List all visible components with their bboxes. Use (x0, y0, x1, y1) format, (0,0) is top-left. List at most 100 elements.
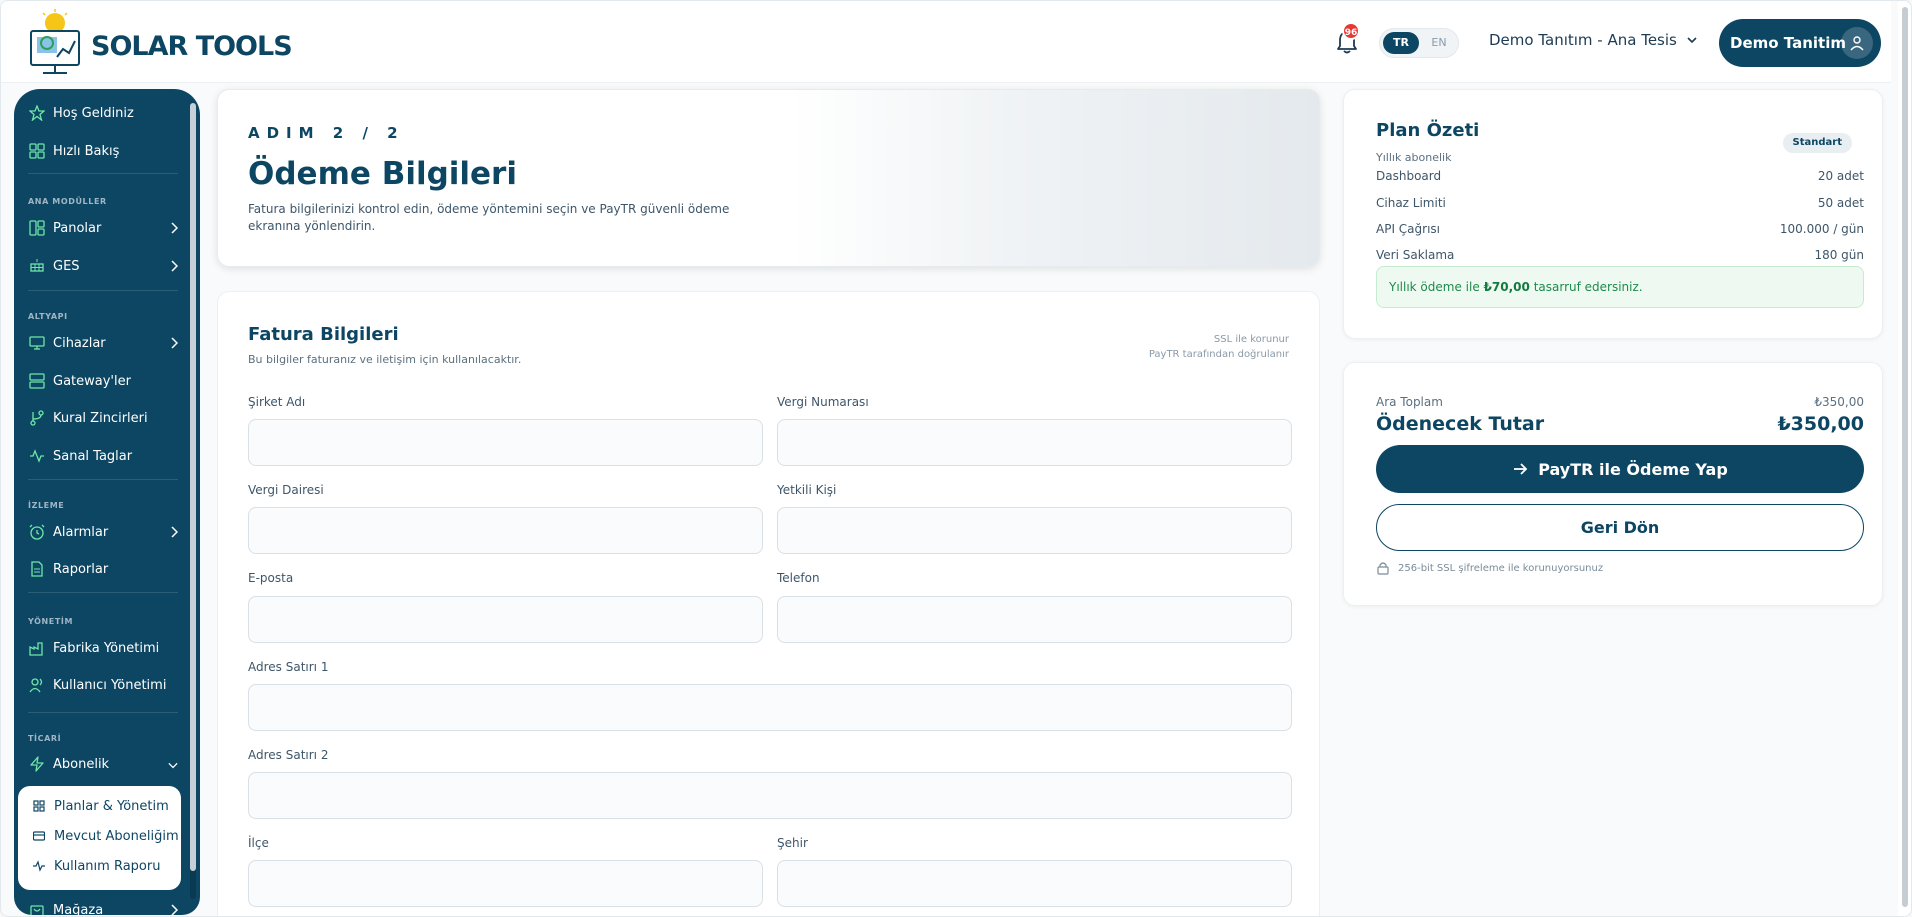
chevron-right-icon (171, 337, 178, 349)
card-icon (32, 829, 46, 843)
user-menu-button[interactable]: Demo Tanitim (1719, 19, 1881, 67)
sidebar-item-store[interactable]: Mağaza (28, 897, 178, 915)
notification-badge: 96 (1342, 22, 1360, 40)
arrow-right-icon (1514, 463, 1528, 475)
savings-text: tasarruf edersiniz. (1533, 280, 1643, 294)
plan-row-value: 20 adet (1817, 169, 1864, 183)
contact-person-label: Yetkili Kişi (777, 483, 837, 497)
sidebar-item-reports[interactable]: Raporlar (28, 556, 178, 582)
divider (28, 712, 178, 713)
brand-logo[interactable]: SOLAR TOOLS (27, 9, 293, 77)
grid-icon (28, 142, 46, 160)
file-text-icon (28, 560, 46, 578)
section-monitoring: İZLEME (28, 501, 65, 510)
submenu-item-usage[interactable]: Kullanım Raporu (32, 855, 160, 877)
phone-field[interactable] (777, 596, 1292, 643)
subtotal-label: Ara Toplam (1376, 395, 1443, 409)
tax-office-label: Vergi Dairesi (248, 483, 324, 497)
submenu-item-plans[interactable]: Planlar & Yönetim (32, 795, 169, 817)
sidebar-item-panolar[interactable]: Panolar (28, 215, 178, 241)
ssl-note: SSL ile korunur PayTR tarafından doğrula… (1149, 332, 1289, 362)
tenant-name: Demo Tanıtım - Ana Tesis (1489, 31, 1677, 49)
contact-person-input[interactable] (777, 507, 1292, 554)
page-scrollbar[interactable] (1902, 7, 1908, 907)
phone-label: Telefon (777, 571, 820, 585)
sidebar-item-label: Kullanıcı Yönetimi (53, 677, 167, 693)
sidebar-item-welcome[interactable]: Hoş Geldiniz (28, 100, 178, 126)
address-line2-input[interactable] (248, 772, 1292, 819)
plan-row-value: 50 adet (1817, 196, 1864, 210)
plan-row: API Çağrısı 100.000 / gün (1376, 222, 1864, 236)
sidebar-item-alarms[interactable]: Alarmlar (28, 519, 178, 545)
company-label: Şirket Adı (248, 395, 306, 409)
language-toggle[interactable]: TR EN (1379, 28, 1459, 58)
submenu-label: Mevcut Aboneliğim (54, 828, 179, 844)
app-window: SOLAR TOOLS 96 TR EN Demo Tanıtım - Ana … (0, 0, 1912, 917)
sidebar-item-label: Gateway'ler (53, 373, 131, 389)
sidebar-item-label: Abonelik (53, 756, 110, 772)
subtotal-value: ₺350,00 (1814, 395, 1864, 409)
secure-note-text: 256-bit SSL şifreleme ile korunuyorsunuz (1398, 562, 1604, 574)
submenu-item-current[interactable]: Mevcut Aboneliğim (32, 825, 179, 847)
plan-row: Dashboard 20 adet (1376, 169, 1864, 183)
chevron-right-icon (171, 526, 178, 538)
sidebar-item-gateways[interactable]: Gateway'ler (28, 368, 178, 394)
sidebar-item-label: Hoş Geldiniz (53, 105, 134, 121)
star-icon (28, 104, 46, 122)
sidebar-item-label: Panolar (53, 220, 102, 236)
tenant-selector[interactable]: Demo Tanıtım - Ana Tesis (1489, 31, 1697, 49)
sidebar-item-users[interactable]: Kullanıcı Yönetimi (28, 672, 178, 698)
email-field[interactable] (248, 596, 763, 643)
sidebar-scrollbar[interactable] (190, 103, 196, 871)
sidebar-item-factory[interactable]: Fabrika Yönetimi (28, 635, 178, 661)
section-main-modules: ANA MODÜLLER (28, 197, 107, 206)
activity-icon (32, 859, 46, 873)
sidebar-item-overview[interactable]: Hızlı Bakış (28, 138, 178, 164)
step-hero-card: ADIM 2 / 2 Ödeme Bilgileri Fatura bilgil… (217, 89, 1320, 267)
plan-row: Veri Saklama 180 gün (1376, 248, 1864, 262)
lang-en-option[interactable]: EN (1424, 32, 1454, 54)
sidebar-item-virtual-tags[interactable]: Sanal Taglar (28, 443, 178, 469)
go-back-button[interactable]: Geri Dön (1376, 504, 1864, 551)
plan-row-value: 100.000 / gün (1779, 222, 1864, 236)
tax-number-label: Vergi Numarası (777, 395, 869, 409)
submenu-label: Planlar & Yönetim (54, 798, 169, 814)
form-subtitle: Bu bilgiler faturanız ve iletişim için k… (248, 353, 522, 366)
total-value: ₺350,00 (1777, 413, 1864, 435)
sidebar-item-subscription[interactable]: Abonelik (28, 751, 178, 777)
chevron-down-icon (1687, 37, 1697, 44)
sidebar-item-cihazlar[interactable]: Cihazlar (28, 330, 178, 356)
dashboard-icon (28, 219, 46, 237)
address1-label: Adres Satırı 1 (248, 660, 329, 674)
district-label: İlçe (248, 836, 269, 850)
lightning-icon (28, 755, 46, 773)
chevron-right-icon (171, 904, 178, 915)
sidebar-item-ges[interactable]: GES (28, 253, 178, 279)
user-avatar-icon (1841, 27, 1873, 59)
subscription-submenu: Planlar & Yönetim Mevcut Aboneliğim Kull… (18, 786, 181, 890)
plan-title: Plan Özeti (1376, 120, 1480, 141)
pay-with-paytr-button[interactable]: PayTR ile Ödeme Yap (1376, 445, 1864, 493)
plan-row-label: API Çağrısı (1376, 222, 1441, 236)
divider (28, 290, 178, 291)
user-name: Demo Tanitim (1730, 34, 1846, 52)
company-name-input[interactable] (248, 419, 763, 466)
city-label: Şehir (777, 836, 808, 850)
tax-office-input[interactable] (248, 507, 763, 554)
lang-tr-option[interactable]: TR (1383, 32, 1419, 54)
sidebar: Hoş Geldiniz Hızlı Bakış ANA MODÜLLER Pa… (14, 89, 200, 915)
section-commercial: TİCARİ (28, 734, 62, 743)
city-input[interactable] (777, 860, 1292, 907)
section-management: YÖNETİM (28, 617, 74, 626)
page-description: Fatura bilgilerinizi kontrol edin, ödeme… (248, 202, 730, 233)
sidebar-item-label: Alarmlar (53, 524, 109, 540)
district-input[interactable] (248, 860, 763, 907)
tax-number-input[interactable] (777, 419, 1292, 466)
chevron-right-icon (171, 260, 178, 272)
store-icon (28, 901, 46, 915)
plan-row-label: Cihaz Limiti (1376, 196, 1446, 210)
pay-button-label: PayTR ile Ödeme Yap (1538, 459, 1728, 479)
sidebar-item-rule-chains[interactable]: Kural Zincirleri (28, 405, 178, 431)
address-line1-input[interactable] (248, 684, 1292, 731)
sidebar-item-label: Kural Zincirleri (53, 410, 148, 426)
